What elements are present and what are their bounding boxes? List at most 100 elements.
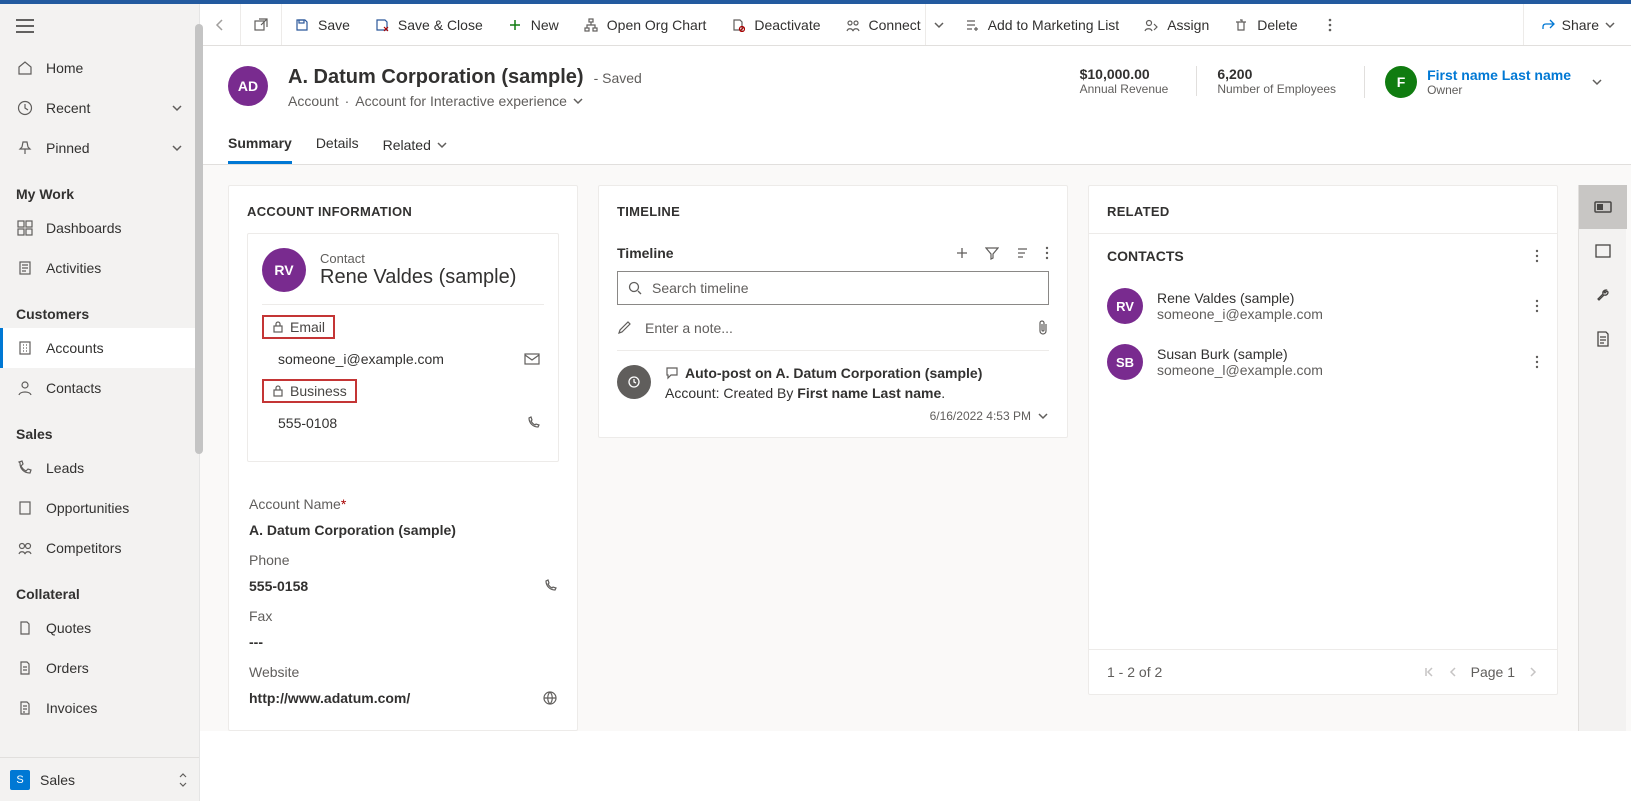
sidebar-item-pinned[interactable]: Pinned [0, 128, 199, 168]
connect-dropdown[interactable] [925, 4, 952, 45]
phone-icon[interactable] [543, 579, 557, 593]
timeline-filter-button[interactable] [985, 246, 999, 260]
updown-icon [177, 772, 189, 788]
owner-name[interactable]: First name Last name [1427, 67, 1571, 83]
mail-icon[interactable] [524, 352, 540, 366]
contact-row-more[interactable] [1535, 355, 1539, 369]
contact-name[interactable]: Rene Valdes (sample) [320, 266, 516, 289]
timeline-item[interactable]: Auto-post on A. Datum Corporation (sampl… [599, 351, 1067, 437]
rail-wrench-button[interactable] [1579, 273, 1627, 317]
sidebar-item-contacts[interactable]: Contacts [0, 368, 199, 408]
open-org-button[interactable]: Open Org Chart [571, 4, 719, 45]
contacts-more-button[interactable] [1535, 249, 1539, 263]
connect-button[interactable]: Connect [833, 4, 925, 45]
chevron-down-icon[interactable] [573, 96, 583, 106]
pencil-icon [617, 321, 631, 335]
contact-email: someone_l@example.com [1157, 362, 1323, 378]
tab-summary[interactable]: Summary [228, 127, 292, 164]
phone-value[interactable]: 555-0158 [249, 578, 557, 594]
sidebar-item-home[interactable]: Home [0, 48, 199, 88]
assign-button[interactable]: Assign [1131, 4, 1221, 45]
sidebar-item-quotes[interactable]: Quotes [0, 608, 199, 648]
timeline-subtitle: Timeline [617, 245, 674, 261]
new-button[interactable]: New [495, 4, 571, 45]
sidebar-item-competitors[interactable]: Competitors [0, 528, 199, 568]
sidebar-item-dashboards[interactable]: Dashboards [0, 208, 199, 248]
tab-details[interactable]: Details [316, 127, 359, 164]
pager-prev[interactable] [1447, 666, 1459, 678]
chevron-down-icon[interactable] [1591, 76, 1603, 88]
website-value[interactable]: http://www.adatum.com/ [249, 690, 557, 706]
sidebar-item-accounts[interactable]: Accounts [0, 328, 199, 368]
contact-row[interactable]: RV Rene Valdes (sample) someone_i@exampl… [1089, 278, 1557, 334]
primary-contact-card: RV Contact Rene Valdes (sample) Email [247, 233, 559, 462]
share-button[interactable]: Share [1524, 4, 1631, 45]
hamburger-button[interactable] [0, 4, 199, 48]
pager-next[interactable] [1527, 666, 1539, 678]
sidebar-item-label: Quotes [46, 620, 91, 636]
contact-row[interactable]: SB Susan Burk (sample) someone_l@example… [1089, 334, 1557, 390]
sidebar-item-label: Invoices [46, 700, 97, 716]
sidebar-item-label: Opportunities [46, 500, 129, 516]
timeline-sort-button[interactable] [1015, 246, 1029, 260]
note-placeholder: Enter a note... [645, 320, 1023, 336]
tab-related[interactable]: Related [383, 127, 447, 164]
pager-first[interactable] [1423, 666, 1435, 678]
clipboard-icon [16, 259, 34, 277]
rail-document-button[interactable] [1579, 317, 1627, 361]
timeline-note-input[interactable]: Enter a note... [617, 305, 1049, 351]
sidebar-item-leads[interactable]: Leads [0, 448, 199, 488]
sidebar-item-label: Leads [46, 460, 84, 476]
sidebar-item-invoices[interactable]: Invoices [0, 688, 199, 728]
timeline-more-button[interactable] [1045, 246, 1049, 260]
contact-avatar: SB [1107, 344, 1143, 380]
hamburger-icon [16, 17, 34, 35]
overflow-button[interactable] [1310, 4, 1350, 45]
sidebar-scrollbar[interactable] [195, 4, 203, 801]
sidebar-item-recent[interactable]: Recent [0, 88, 199, 128]
globe-icon[interactable] [543, 691, 557, 705]
search-icon [628, 281, 642, 295]
timeline-search[interactable]: Search timeline [617, 271, 1049, 305]
contact-row-more[interactable] [1535, 299, 1539, 313]
account-name-label: Account Name* [249, 496, 557, 512]
phone-icon[interactable] [526, 416, 540, 430]
right-rail [1578, 185, 1626, 731]
area-switcher[interactable]: S Sales [0, 757, 199, 801]
business-value[interactable]: 555-0108 [278, 415, 337, 431]
stat-employees-label: Number of Employees [1217, 82, 1336, 96]
save-close-button[interactable]: Save & Close [362, 4, 495, 45]
popout-button[interactable] [241, 4, 282, 45]
account-name-value[interactable]: A. Datum Corporation (sample) [249, 522, 557, 538]
sidebar-item-orders[interactable]: Orders [0, 648, 199, 688]
timeline-add-button[interactable] [955, 246, 969, 260]
phone-label: Phone [249, 552, 557, 568]
sidebar-item-label: Competitors [46, 540, 121, 556]
trash-icon [1233, 17, 1249, 33]
sidebar-item-activities[interactable]: Activities [0, 248, 199, 288]
clock-icon [16, 99, 34, 117]
command-bar: Save Save & Close New Open Org Chart Dea… [200, 4, 1631, 46]
account-info-title: ACCOUNT INFORMATION [229, 186, 577, 233]
fax-value[interactable]: --- [249, 634, 557, 650]
save-close-icon [374, 17, 390, 33]
attachment-icon[interactable] [1037, 320, 1049, 336]
chevron-down-icon [171, 102, 183, 114]
back-button[interactable] [200, 4, 241, 45]
rail-panel-button[interactable] [1579, 229, 1627, 273]
sidebar-group-customers: Customers [0, 288, 199, 328]
deactivate-button[interactable]: Deactivate [718, 4, 832, 45]
popout-icon [253, 17, 269, 33]
sidebar-item-opportunities[interactable]: Opportunities [0, 488, 199, 528]
add-marketing-button[interactable]: Add to Marketing List [952, 4, 1132, 45]
business-locked-label: Business [262, 379, 357, 403]
sidebar-item-label: Accounts [46, 340, 104, 356]
owner-avatar: F [1385, 66, 1417, 98]
contacts-pager: 1 - 2 of 2 Page 1 [1089, 649, 1557, 694]
delete-button[interactable]: Delete [1221, 4, 1309, 45]
email-value[interactable]: someone_i@example.com [278, 351, 444, 367]
save-button[interactable]: Save [282, 4, 362, 45]
plus-icon [507, 17, 523, 33]
chevron-down-icon[interactable] [1037, 410, 1049, 422]
rail-assistant-button[interactable] [1579, 185, 1627, 229]
